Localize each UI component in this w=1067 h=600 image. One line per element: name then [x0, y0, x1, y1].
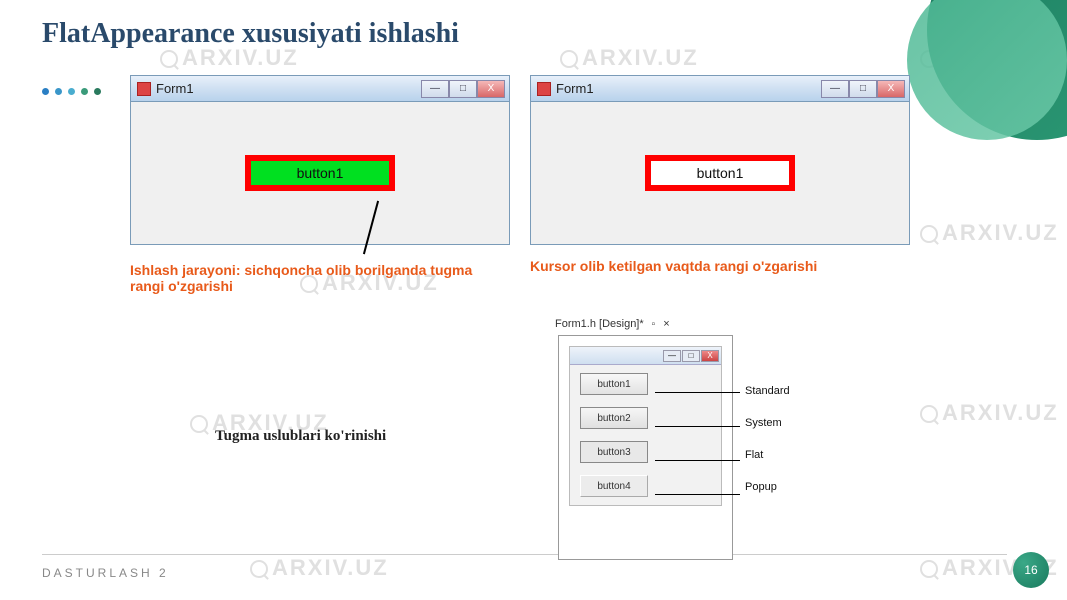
minimize-button[interactable]: — — [663, 350, 681, 362]
mini-titlebar: — □ X — [570, 347, 721, 365]
corner-decor — [887, 0, 1067, 180]
page-number: 16 — [1013, 552, 1049, 588]
maximize-button[interactable]: □ — [682, 350, 700, 362]
watermark: ARXIV.UZ — [560, 45, 699, 71]
watermark: ARXIV.UZ — [920, 400, 1059, 426]
button-flat[interactable]: button3 — [580, 441, 648, 463]
minimize-button[interactable]: — — [421, 80, 449, 98]
caption-leave: Kursor olib ketilgan vaqtda rangi o'zgar… — [530, 258, 830, 274]
pin-icon[interactable]: ▫ — [652, 319, 656, 330]
titlebar: Form1 — □ X — [531, 76, 909, 102]
footer-divider — [42, 554, 1007, 555]
demo-window-hover: Form1 — □ X button1 — [130, 75, 510, 245]
window-title: Form1 — [156, 81, 194, 96]
demo-window-leave: Form1 — □ X button1 — [530, 75, 910, 245]
accent-dots — [42, 88, 101, 95]
demo-button-hover[interactable]: button1 — [245, 155, 396, 191]
minimize-button[interactable]: — — [821, 80, 849, 98]
caption-hover: Ishlash jarayoni: sichqoncha olib borilg… — [130, 262, 490, 294]
connector-line — [655, 460, 740, 461]
connector-line — [655, 392, 740, 393]
designer-tab: Form1.h [Design]* ▫ × — [555, 318, 670, 330]
close-tab-icon[interactable]: × — [663, 318, 669, 330]
designer-tab-label: Form1.h [Design]* — [555, 318, 644, 330]
close-button[interactable]: X — [877, 80, 905, 98]
button-popup[interactable]: button4 — [580, 475, 648, 497]
watermark: ARXIV.UZ — [920, 220, 1059, 246]
slide-title: FlatAppearance xususiyati ishlashi — [42, 18, 459, 50]
titlebar: Form1 — □ X — [131, 76, 509, 102]
close-button[interactable]: X — [477, 80, 505, 98]
design-surface: — □ X button1 button2 button3 button4 — [558, 335, 733, 560]
label-popup: Popup — [745, 481, 790, 493]
label-standard: Standard — [745, 385, 790, 397]
styles-caption: Tugma uslublari ko'rinishi — [215, 428, 386, 445]
maximize-button[interactable]: □ — [449, 80, 477, 98]
window-title: Form1 — [556, 81, 594, 96]
style-labels: Standard System Flat Popup — [745, 385, 790, 493]
close-button[interactable]: X — [701, 350, 719, 362]
button-system[interactable]: button2 — [580, 407, 648, 429]
form-icon — [137, 82, 151, 96]
label-system: System — [745, 417, 790, 429]
connector-line — [655, 426, 740, 427]
maximize-button[interactable]: □ — [849, 80, 877, 98]
form-icon — [537, 82, 551, 96]
connector-line — [655, 494, 740, 495]
button-standard[interactable]: button1 — [580, 373, 648, 395]
demo-button-normal[interactable]: button1 — [645, 155, 796, 191]
watermark: ARXIV.UZ — [250, 555, 389, 581]
label-flat: Flat — [745, 449, 790, 461]
footer-text: DASTURLASH 2 — [42, 566, 169, 580]
